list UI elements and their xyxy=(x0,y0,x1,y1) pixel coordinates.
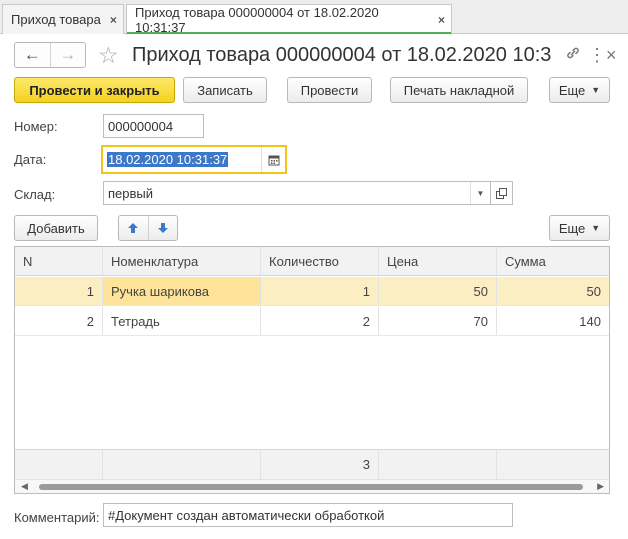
title-row: ← → ☆ Приход товара 000000004 от 18.02.2… xyxy=(14,42,617,70)
column-header-price[interactable]: Цена xyxy=(379,247,497,275)
warehouse-label: Склад: xyxy=(14,187,56,202)
tab-label: Приход товара 000000004 от 18.02.2020 10… xyxy=(135,5,379,35)
number-field[interactable]: 000000004 xyxy=(103,114,204,138)
navigation-group: ← → xyxy=(14,42,86,68)
comment-label: Комментарий: xyxy=(14,510,100,525)
page-title: Приход товара 000000004 от 18.02.2020 10… xyxy=(132,44,552,66)
scrollbar-thumb[interactable] xyxy=(39,484,583,490)
print-invoice-button[interactable]: Печать накладной xyxy=(390,77,528,103)
save-label: Записать xyxy=(197,82,253,98)
open-form-icon xyxy=(496,187,507,199)
add-row-label: Добавить xyxy=(27,220,85,236)
save-button[interactable]: Записать xyxy=(183,77,267,103)
footer-cell xyxy=(379,450,497,479)
table-header: N Номенклатура Количество Цена Сумма xyxy=(15,247,609,276)
calendar-icon[interactable] xyxy=(261,147,285,172)
post-and-close-label: Провести и закрыть xyxy=(29,82,160,98)
print-invoice-label: Печать накладной xyxy=(403,82,515,98)
table-more-label: Еще xyxy=(558,220,586,236)
horizontal-scrollbar[interactable]: ◀ ▶ xyxy=(15,479,609,493)
scroll-right-icon[interactable]: ▶ xyxy=(597,481,604,492)
post-label: Провести xyxy=(300,82,359,98)
row-price[interactable]: 70 xyxy=(379,307,497,335)
more-label: Еще xyxy=(558,82,586,98)
goods-table[interactable]: N Номенклатура Количество Цена Сумма 1 Р… xyxy=(14,246,610,494)
table-row[interactable]: 1 Ручка шарикова 1 50 50 xyxy=(15,277,609,306)
arrow-down-icon[interactable] xyxy=(147,216,178,240)
warehouse-field[interactable]: первый ▼ xyxy=(103,181,491,205)
more-button[interactable]: Еще ▼ xyxy=(549,77,610,103)
star-icon[interactable]: ☆ xyxy=(98,42,119,68)
comment-field[interactable]: #Документ создан автоматически обработко… xyxy=(103,503,513,527)
post-and-close-button[interactable]: Провести и закрыть xyxy=(14,77,175,103)
open-warehouse-button[interactable] xyxy=(491,181,513,205)
arrow-left-icon[interactable]: ← xyxy=(15,43,50,67)
row-number: 1 xyxy=(15,277,103,305)
add-row-button[interactable]: Добавить xyxy=(14,215,98,241)
footer-quantity-total: 3 xyxy=(261,450,379,479)
column-header-n[interactable]: N xyxy=(15,247,103,275)
table-footer: 3 xyxy=(15,449,609,479)
close-icon[interactable]: × xyxy=(438,13,445,27)
footer-cell xyxy=(15,450,103,479)
row-move-group xyxy=(118,215,178,241)
link-icon[interactable] xyxy=(565,44,581,66)
warehouse-value: первый xyxy=(108,185,154,201)
row-item[interactable]: Тетрадь xyxy=(103,307,261,335)
arrow-up-icon[interactable] xyxy=(119,216,148,240)
row-quantity[interactable]: 2 xyxy=(261,307,379,335)
date-field[interactable]: 18.02.2020 10:31:37 xyxy=(101,145,287,174)
row-quantity[interactable]: 1 xyxy=(261,277,379,305)
row-item[interactable]: Ручка шарикова xyxy=(103,277,261,305)
tabs-bar: Приход товара × Приход товара 000000004 … xyxy=(0,0,628,35)
chevron-down-icon[interactable]: ▼ xyxy=(470,182,490,204)
date-value: 18.02.2020 10:31:37 xyxy=(107,152,229,167)
post-button[interactable]: Провести xyxy=(287,77,372,103)
tab-label: Приход товара xyxy=(11,12,101,27)
arrow-right-icon[interactable]: → xyxy=(49,43,86,67)
chevron-down-icon: ▼ xyxy=(591,223,601,233)
tab-receipt-document[interactable]: Приход товара 000000004 от 18.02.2020 10… xyxy=(126,4,452,35)
close-icon[interactable]: × xyxy=(606,44,617,66)
tab-receipt-list[interactable]: Приход товара × xyxy=(2,4,124,34)
column-header-item[interactable]: Номенклатура xyxy=(103,247,261,275)
row-number: 2 xyxy=(15,307,103,335)
row-amount[interactable]: 50 xyxy=(497,277,609,305)
date-label: Дата: xyxy=(14,152,47,167)
number-label: Номер: xyxy=(14,119,58,134)
table-more-button[interactable]: Еще ▼ xyxy=(549,215,610,241)
footer-cell xyxy=(497,450,609,479)
close-icon[interactable]: × xyxy=(110,13,117,27)
column-header-amount[interactable]: Сумма xyxy=(497,247,609,275)
row-amount[interactable]: 140 xyxy=(497,307,609,335)
scroll-left-icon[interactable]: ◀ xyxy=(21,481,28,492)
footer-cell xyxy=(103,450,261,479)
table-row[interactable]: 2 Тетрадь 2 70 140 xyxy=(15,307,609,336)
chevron-down-icon: ▼ xyxy=(591,85,601,95)
row-price[interactable]: 50 xyxy=(379,277,497,305)
more-vertical-icon[interactable]: ⋮ xyxy=(588,44,606,66)
number-value: 000000004 xyxy=(108,118,174,134)
comment-value: #Документ создан автоматически обработко… xyxy=(108,507,385,523)
column-header-quantity[interactable]: Количество xyxy=(261,247,379,275)
